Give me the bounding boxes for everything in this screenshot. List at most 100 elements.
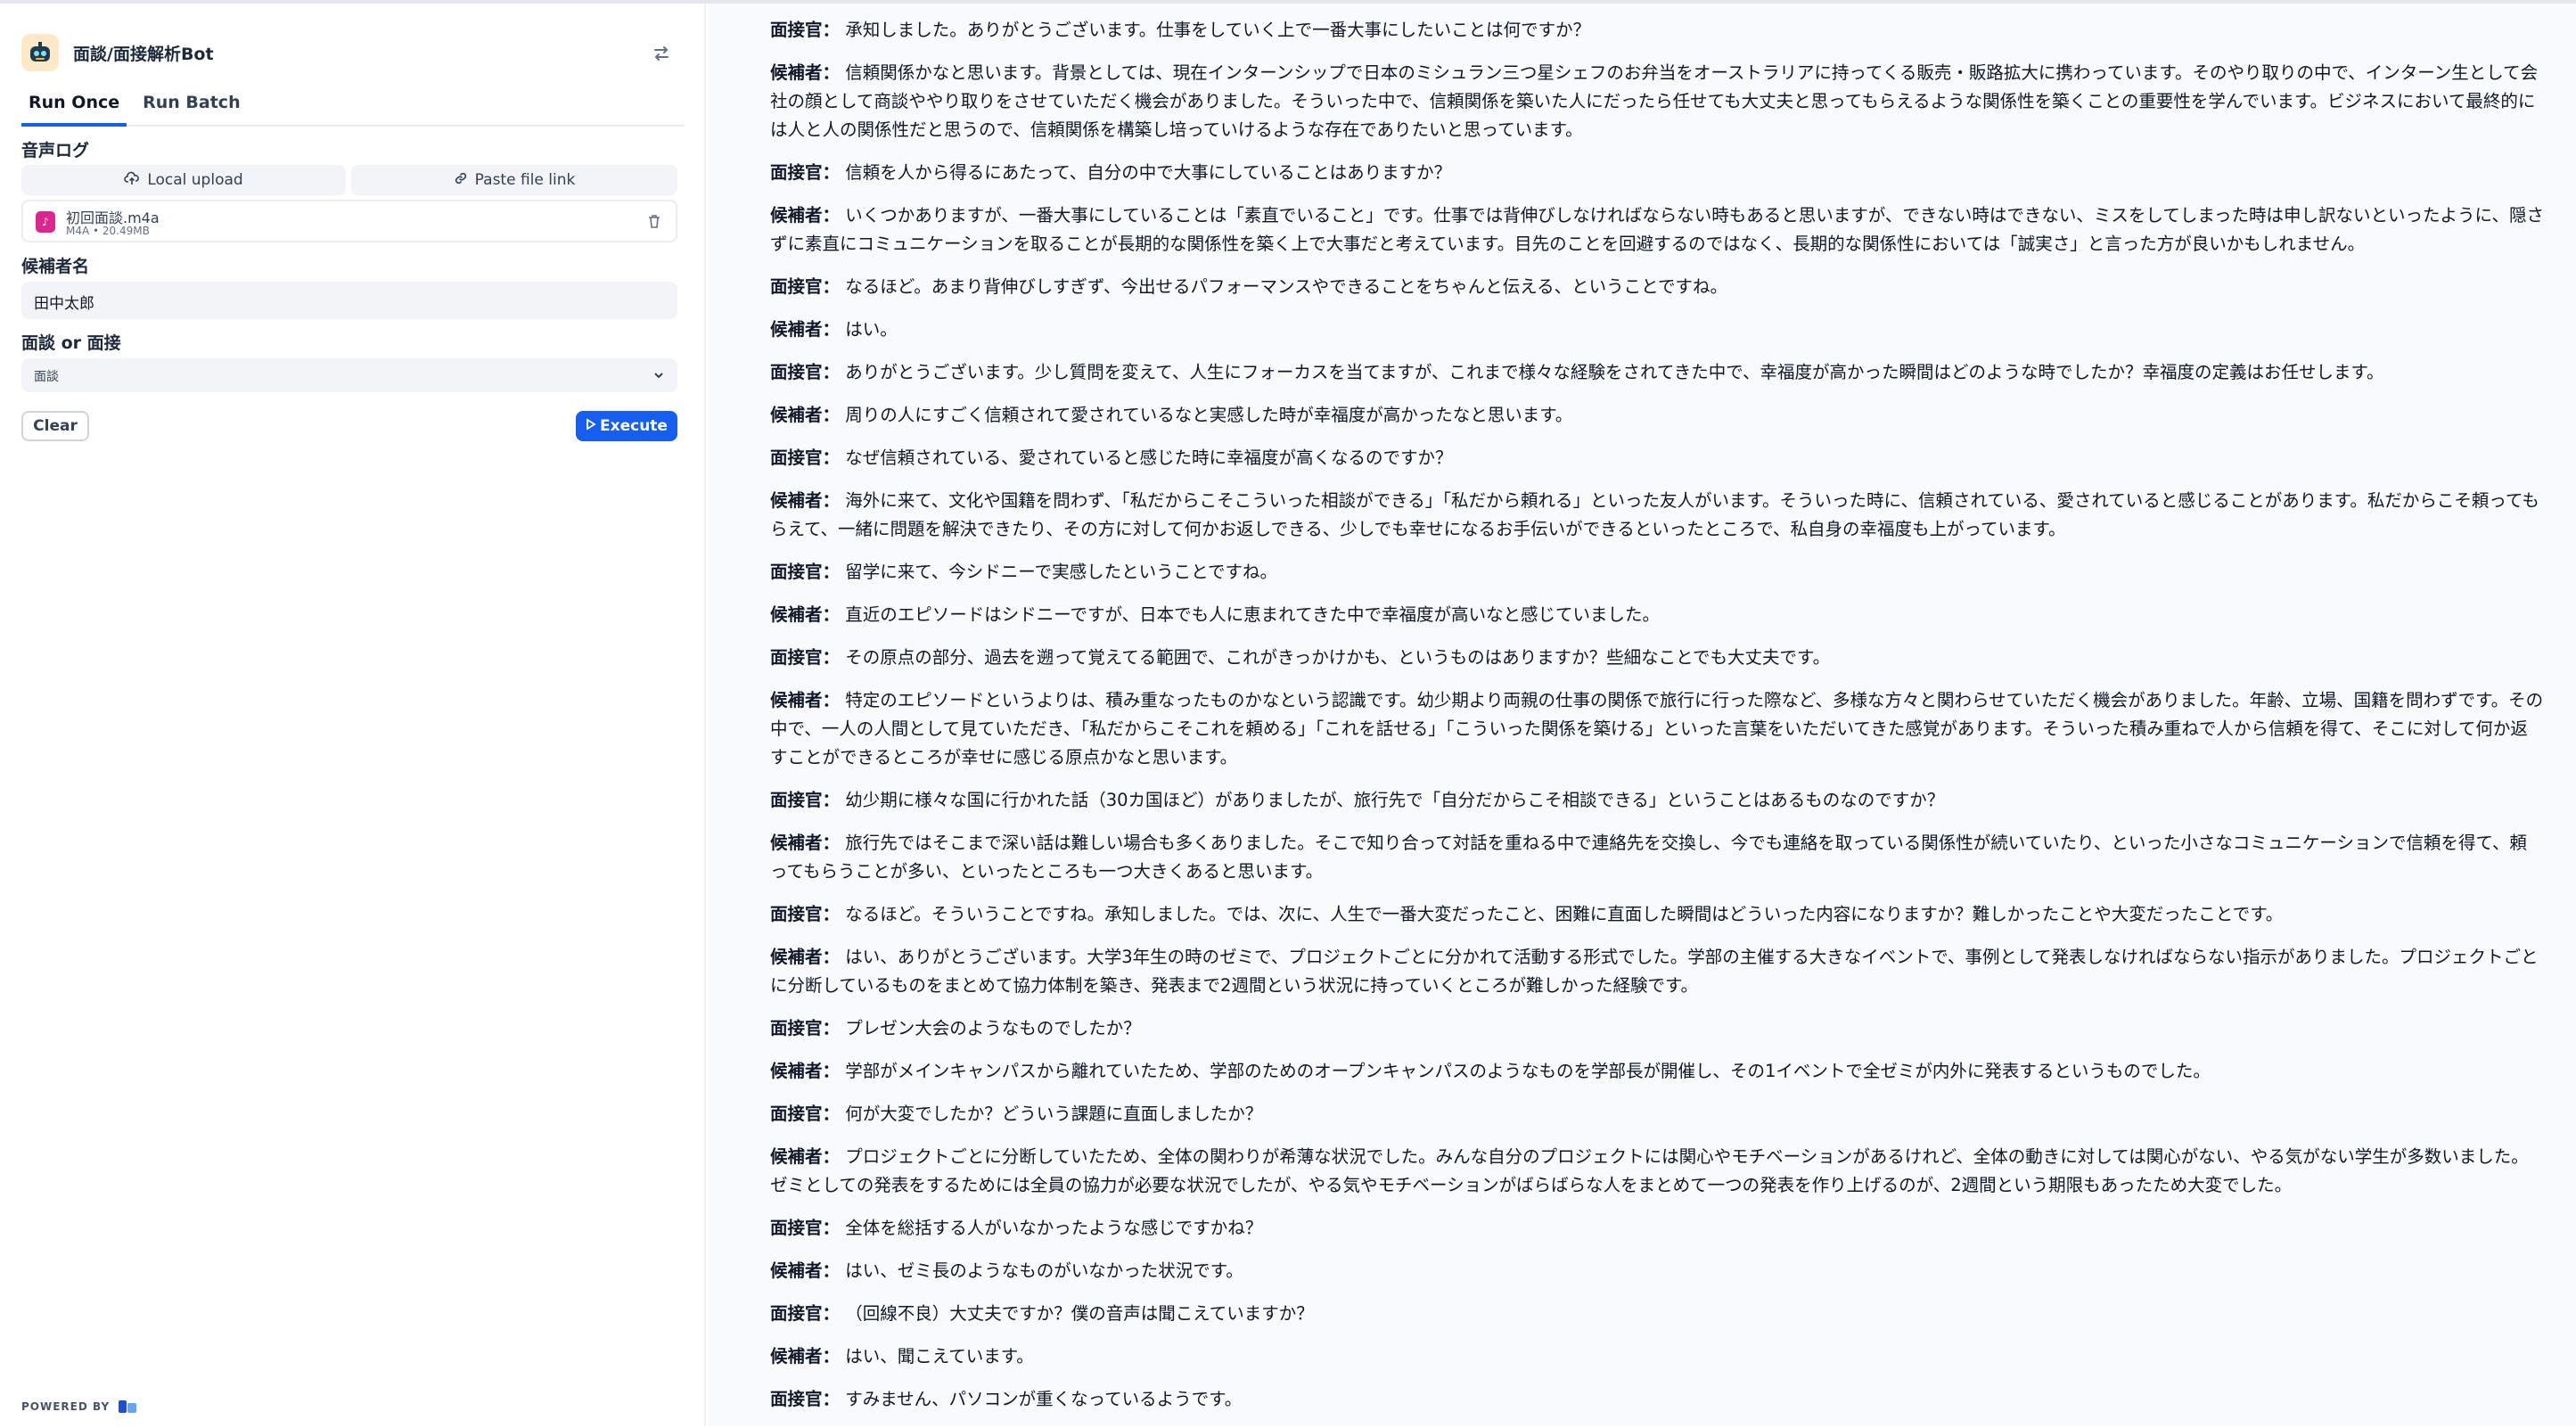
utterance-text: はい。	[845, 319, 898, 340]
transcript-line: 面接官： 留学に来て、今シドニーで実感したということですね。	[770, 558, 2544, 587]
utterance-text: プレゼン大会のようなものでしたか？	[845, 1018, 1141, 1038]
speaker-label: 面接官：	[770, 447, 841, 468]
utterance-text: 周りの人にすごく信頼されて愛されているなと実感した時が幸福度が高かったなと思いま…	[845, 405, 1573, 425]
utterance-text: （回線不良）大丈夫ですか？僕の音声は聞こえていますか？	[845, 1303, 1314, 1324]
utterance-text: 留学に来て、今シドニーで実感したということですね。	[845, 562, 1277, 582]
transcript-line: 面接官： その原点の部分、過去を遡って覚えてる範囲で、これがきっかけかも、という…	[770, 644, 2544, 672]
transcript-line: 面接官： なるほど。そういうことですね。承知しました。では、次に、人生で一番大変…	[770, 900, 2544, 929]
utterance-text: 特定のエピソードというよりは、積み重なったものかなという認識です。幼少期より両親…	[770, 690, 2544, 767]
speaker-label: 面接官：	[770, 276, 841, 297]
candidate-name-label: 候補者名	[21, 257, 90, 276]
speaker-label: 候補者：	[770, 405, 841, 425]
file-meta: M4A • 20.49MB	[66, 225, 150, 237]
tab-bar: Run Once Run Batch	[21, 86, 685, 127]
paste-file-link-button[interactable]: Paste file link	[351, 165, 677, 195]
utterance-text: 全体を総括する人がいなかったような感じですかね？	[845, 1218, 1263, 1238]
tab-run-batch[interactable]: Run Batch	[135, 86, 247, 125]
speaker-label: 面接官：	[770, 20, 841, 40]
utterance-text: 承知しました。ありがとうございます。仕事をしていく上で一番大事にしたいことは何で…	[845, 20, 1591, 40]
speaker-label: 面接官：	[770, 647, 841, 668]
utterance-text: 旅行先ではそこまで深い話は難しい場合も多くありました。そこで知り合って対話を重ね…	[770, 833, 2528, 882]
transcript-line: 面接官： なるほど。あまり背伸びしすぎず、今出せるパフォーマンスやできることをち…	[770, 273, 2544, 301]
utterance-text: 信頼を人から得るにあたって、自分の中で大事にしていることはありますか？	[845, 162, 1452, 183]
transcript-line: 候補者： はい、ゼミ長のようなものがいなかった状況です。	[770, 1257, 2544, 1285]
utterance-text: なるほど。そういうことですね。承知しました。では、次に、人生で一番大変だったこと…	[845, 904, 2284, 924]
local-upload-label: Local upload	[147, 171, 243, 189]
interview-type-select[interactable]: 面談	[21, 358, 677, 392]
app-title: 面談/面接解析Bot	[73, 44, 214, 64]
transcript-line: 候補者： 信頼関係かなと思います。背景としては、現在インターンシップで日本のミシ…	[770, 59, 2544, 144]
tab-run-once[interactable]: Run Once	[21, 86, 127, 127]
transcript-line: 候補者： はい。	[770, 316, 2544, 344]
execute-label: Execute	[600, 417, 668, 435]
speaker-label: 面接官：	[770, 362, 841, 382]
dify-logo-icon	[117, 1399, 138, 1415]
speaker-label: 面接官：	[770, 1018, 841, 1038]
interview-type-value: 面談	[34, 370, 59, 384]
utterance-text: なぜ信頼されている、愛されていると感じた時に幸福度が高くなるのですか？	[845, 447, 1453, 468]
transcript-line: 候補者： はい、聞こえています。	[770, 1342, 2544, 1371]
utterance-text: プロジェクトごとに分断していたため、全体の関わりが希薄な状況でした。みんな自分の…	[770, 1146, 2529, 1195]
utterance-text: 学部がメインキャンパスから離れていたため、学部のためのオープンキャンパスのような…	[845, 1061, 2211, 1081]
speaker-label: 候補者：	[770, 690, 841, 710]
execute-button[interactable]: Execute	[576, 411, 677, 441]
robot-icon	[21, 34, 59, 71]
transcript-line: 候補者： プロジェクトごとに分断していたため、全体の関わりが希薄な状況でした。み…	[770, 1143, 2544, 1200]
utterance-text: 直近のエピソードはシドニーですが、日本でも人に恵まれてきた中で幸福度が高いなと感…	[845, 604, 1660, 625]
utterance-text: すみません、パソコンが重くなっているようです。	[845, 1389, 1243, 1409]
speaker-label: 候補者：	[770, 604, 841, 625]
speaker-label: 面接官：	[770, 1303, 841, 1324]
speaker-label: 面接官：	[770, 1104, 841, 1124]
transcript-line: 面接官： 信頼を人から得るにあたって、自分の中で大事にしていることはありますか？	[770, 159, 2544, 187]
transcript-line: 面接官： なぜ信頼されている、愛されていると感じた時に幸福度が高くなるのですか？	[770, 444, 2544, 472]
transcript-line: 候補者： 学部がメインキャンパスから離れていたため、学部のためのオープンキャンパ…	[770, 1057, 2544, 1086]
swap-icon[interactable]	[651, 43, 672, 64]
speaker-label: 候補者：	[770, 1146, 841, 1167]
utterance-text: 何が大変でしたか？どういう課題に直面しましたか？	[845, 1104, 1263, 1124]
utterance-text: 信頼関係かなと思います。背景としては、現在インターンシップで日本のミシュラン三つ…	[770, 62, 2539, 140]
speaker-label: 候補者：	[770, 1260, 841, 1281]
audio-log-label: 音声ログ	[21, 141, 90, 160]
speaker-label: 面接官：	[770, 162, 841, 183]
local-upload-button[interactable]: Local upload	[21, 165, 346, 195]
speaker-label: 面接官：	[770, 562, 841, 582]
transcript-line: 面接官： 全体を総括する人がいなかったような感じですかね？	[770, 1214, 2544, 1243]
utterance-text: 幼少期に様々な国に行かれた話（30カ国ほど）がありましたが、旅行先で「自分だから…	[845, 790, 1945, 810]
speaker-label: 候補者：	[770, 205, 841, 226]
transcript-line: 面接官： プレゼン大会のようなものでしたか？	[770, 1014, 2544, 1043]
transcript-list: 面接官： 承知しました。ありがとうございます。仕事をしていく上で一番大事にしたい…	[770, 16, 2544, 1428]
app-header: 面談/面接解析Bot	[21, 30, 681, 75]
powered-by-label: POWERED BY	[21, 1400, 111, 1413]
speaker-label: 候補者：	[770, 1346, 841, 1366]
speaker-label: 面接官：	[770, 1218, 841, 1238]
transcript-line: 面接官： すみません、パソコンが重くなっているようです。	[770, 1385, 2544, 1414]
utterance-text: はい、ゼミ長のようなものがいなかった状況です。	[845, 1260, 1243, 1281]
play-icon	[586, 417, 596, 435]
speaker-label: 面接官：	[770, 1389, 841, 1409]
link-icon	[454, 171, 468, 190]
speaker-label: 候補者：	[770, 490, 841, 511]
trash-icon[interactable]	[645, 212, 663, 230]
speaker-label: 候補者：	[770, 833, 841, 853]
transcript-line: 候補者： はい、ありがとうございます。大学3年生の時のゼミで、プロジェクトごとに…	[770, 943, 2544, 1000]
utterance-text: なるほど。あまり背伸びしすぎず、今出せるパフォーマンスやできることをちゃんと伝え…	[845, 276, 1728, 297]
utterance-text: いくつかありますが、一番大事にしていることは「素直でいること」です。仕事では背伸…	[770, 205, 2544, 254]
transcript-line: 面接官： ありがとうございます。少し質問を変えて、人生にフォーカスを当てますが、…	[770, 358, 2544, 387]
utterance-text: 海外に来て、文化や国籍を問わず、「私だからこそこういった相談ができる」「私だから…	[770, 490, 2539, 539]
transcript-panel: 面接官： 承知しました。ありがとうございます。仕事をしていく上で一番大事にしたい…	[708, 4, 2576, 1426]
chevron-down-icon	[651, 367, 667, 383]
utterance-text: その原点の部分、過去を遡って覚えてる範囲で、これがきっかけかも、というものはあり…	[845, 647, 1831, 668]
speaker-label: 候補者：	[770, 62, 841, 83]
interview-type-label: 面談 or 面接	[21, 333, 121, 353]
speaker-label: 面接官：	[770, 904, 841, 924]
paste-file-link-label: Paste file link	[474, 171, 576, 189]
clear-button[interactable]: Clear	[21, 411, 89, 441]
transcript-line: 候補者： 周りの人にすごく信頼されて愛されているなと実感した時が幸福度が高かった…	[770, 401, 2544, 430]
speaker-label: 候補者：	[770, 947, 841, 967]
speaker-label: 面接官：	[770, 790, 841, 810]
candidate-name-input[interactable]: 田中太郎	[21, 282, 677, 319]
speaker-label: 候補者：	[770, 1061, 841, 1081]
transcript-line: 面接官： 承知しました。ありがとうございます。仕事をしていく上で一番大事にしたい…	[770, 16, 2544, 45]
transcript-line: 面接官： 幼少期に様々な国に行かれた話（30カ国ほど）がありましたが、旅行先で「…	[770, 786, 2544, 815]
transcript-line: 候補者： いくつかありますが、一番大事にしていることは「素直でいること」です。仕…	[770, 201, 2544, 259]
